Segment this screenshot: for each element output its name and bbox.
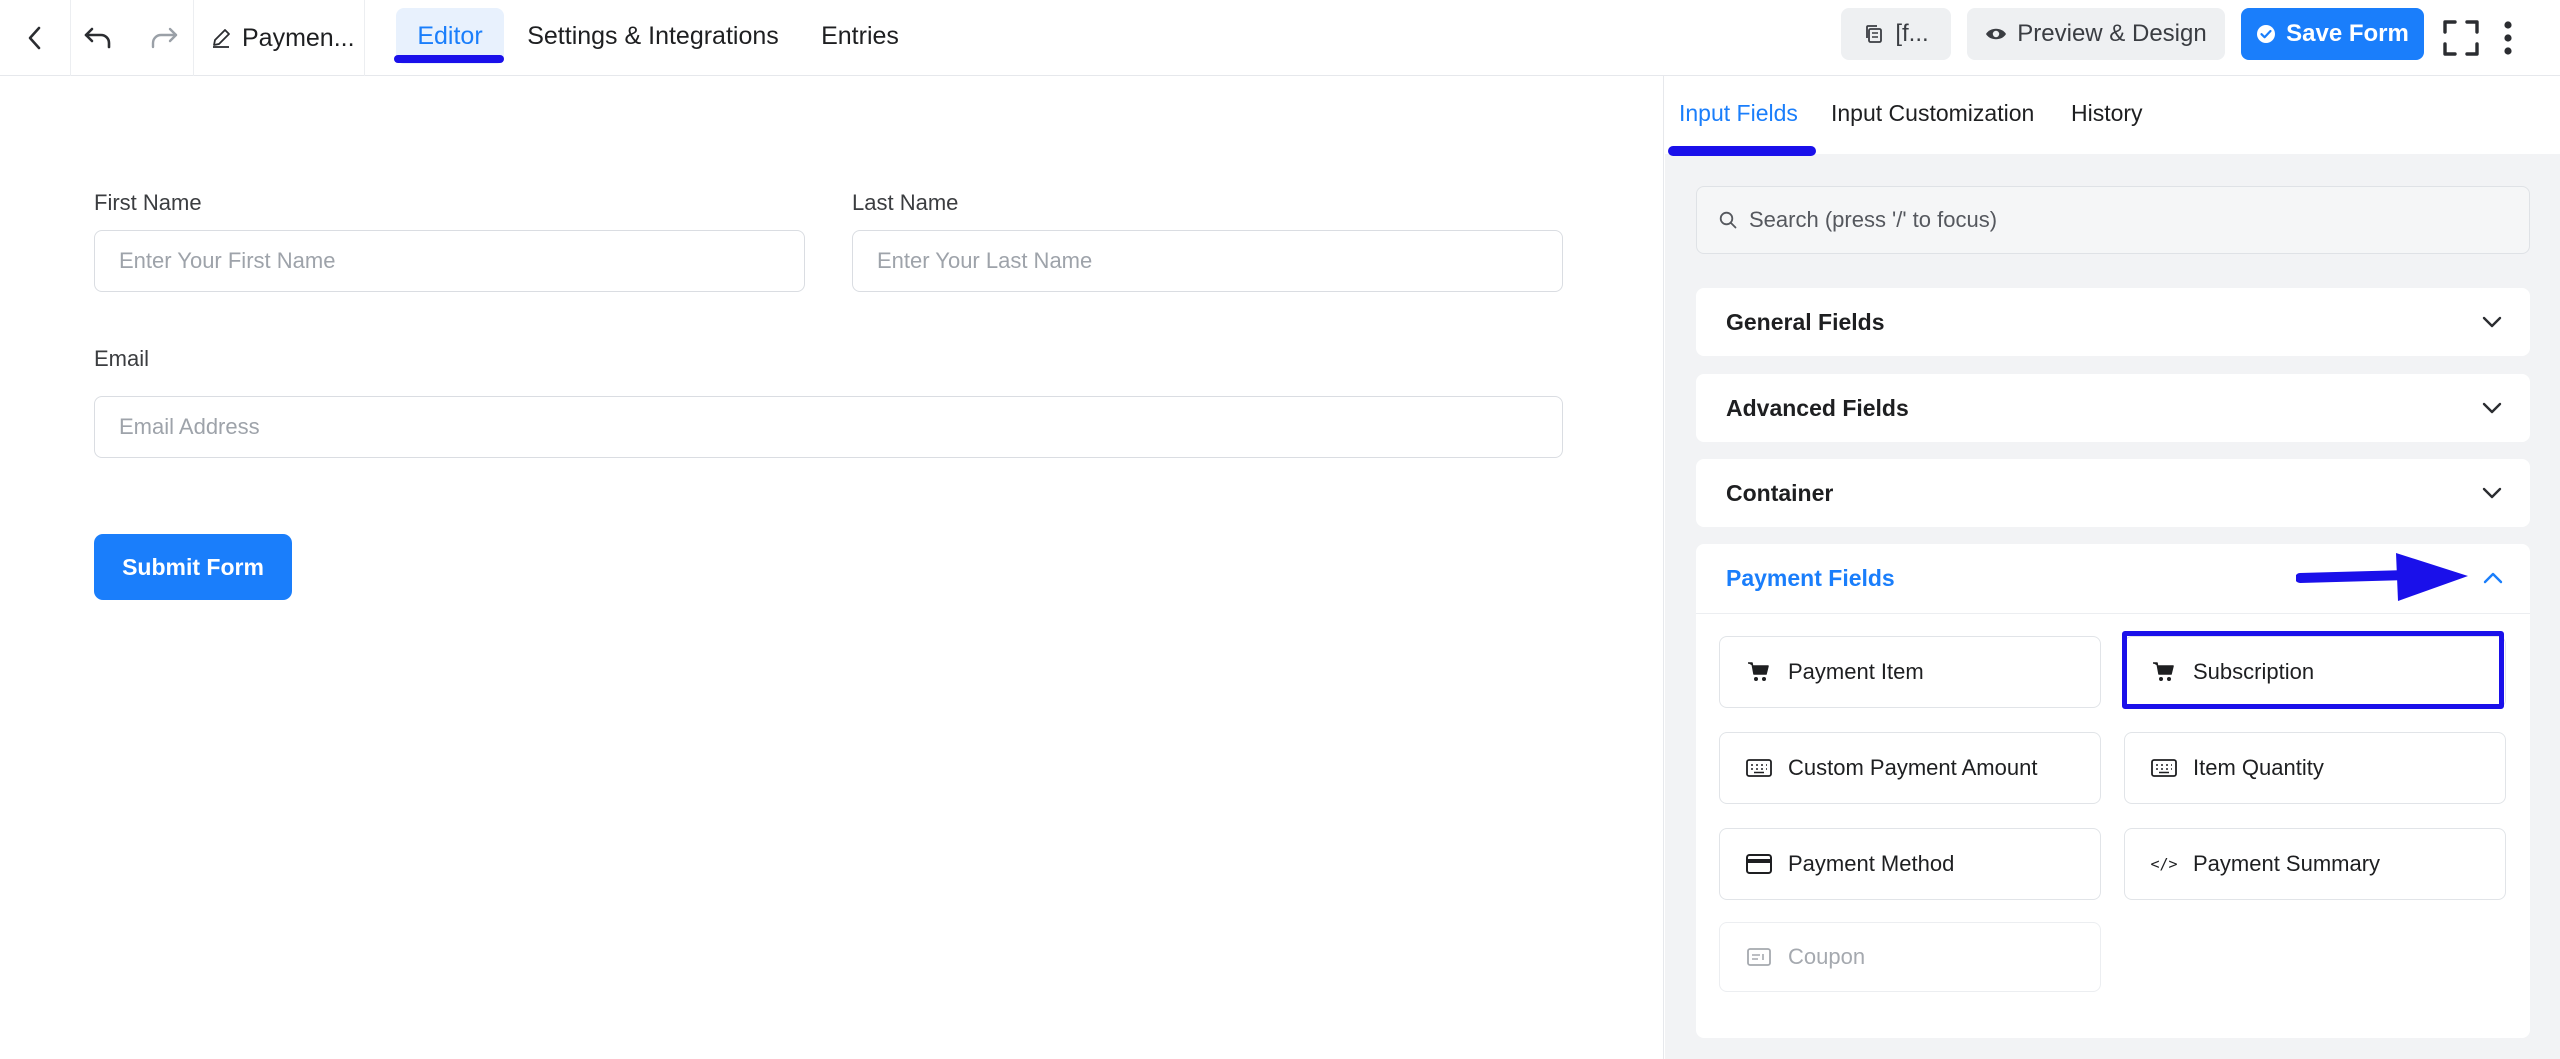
- form-name-label: Paymen...: [242, 23, 355, 52]
- email-label: Email: [94, 346, 150, 371]
- toolbar-divider: [364, 0, 365, 76]
- section-advanced-fields[interactable]: Advanced Fields: [1696, 374, 2530, 442]
- tab-settings-label: Settings & Integrations: [527, 21, 779, 50]
- tab-input-customization[interactable]: Input Customization: [1831, 100, 2034, 127]
- field-search-input[interactable]: Search (press '/' to focus): [1696, 186, 2530, 254]
- email-placeholder: Email Address: [119, 414, 260, 439]
- first-name-label: First Name: [94, 190, 202, 215]
- keyboard-icon: [1746, 755, 1772, 781]
- save-form-label: Save Form: [2286, 20, 2409, 47]
- toolbar-divider: [193, 0, 194, 76]
- top-toolbar: Paymen... Editor Settings & Integrations…: [0, 0, 2560, 76]
- undo-icon: [84, 27, 111, 49]
- redo-button[interactable]: [140, 0, 188, 76]
- preview-design-label: Preview & Design: [2017, 20, 2207, 47]
- more-vertical-icon: [2504, 21, 2512, 55]
- undo-button[interactable]: [74, 0, 122, 76]
- form-name[interactable]: Paymen...: [210, 0, 355, 76]
- tab-history[interactable]: History: [2071, 100, 2143, 127]
- field-payment-method-label: Payment Method: [1788, 851, 1955, 876]
- fullscreen-icon: [2443, 20, 2479, 56]
- credit-card-icon: [1746, 851, 1772, 877]
- shortcode-button[interactable]: [f...: [1841, 8, 1951, 60]
- search-placeholder: Search (press '/' to focus): [1749, 207, 1998, 232]
- tab-entries[interactable]: Entries: [808, 8, 912, 64]
- last-name-placeholder: Enter Your Last Name: [877, 248, 1093, 273]
- tab-editor-underline-annotation: [394, 55, 504, 63]
- last-name-label: Last Name: [852, 190, 959, 215]
- more-options-button[interactable]: [2494, 0, 2522, 76]
- coupon-icon: [1746, 944, 1772, 970]
- field-item-quantity-label: Item Quantity: [2193, 755, 2324, 780]
- first-name-input[interactable]: Enter Your First Name: [94, 230, 805, 292]
- eye-icon: [1986, 28, 2007, 40]
- section-payment-fields-label: Payment Fields: [1726, 565, 1895, 591]
- chevron-up-icon[interactable]: [2481, 566, 2505, 590]
- tab-editor-label: Editor: [417, 21, 483, 50]
- section-container-label: Container: [1726, 479, 1834, 506]
- chevron-down-icon: [2482, 402, 2502, 414]
- email-input[interactable]: Email Address: [94, 396, 1563, 458]
- tab-input-fields-underline-annotation: [1668, 146, 1816, 156]
- keyboard-icon: [2151, 755, 2177, 781]
- field-custom-payment-amount-label: Custom Payment Amount: [1788, 755, 2038, 780]
- code-icon: </>: [2150, 855, 2178, 873]
- section-general-fields-label: General Fields: [1726, 308, 1885, 335]
- field-subscription[interactable]: Subscription: [2124, 636, 2506, 708]
- field-payment-item[interactable]: Payment Item: [1719, 636, 2101, 708]
- section-container[interactable]: Container: [1696, 459, 2530, 527]
- shortcode-label: [f...: [1895, 20, 1929, 47]
- chevron-left-icon: [28, 26, 41, 50]
- pencil-icon: [213, 29, 230, 48]
- field-custom-payment-amount[interactable]: Custom Payment Amount: [1719, 732, 2101, 804]
- field-payment-summary[interactable]: </> Payment Summary: [2124, 828, 2506, 900]
- chevron-down-icon: [2482, 316, 2502, 328]
- fullscreen-button[interactable]: [2440, 0, 2482, 76]
- back-button[interactable]: [0, 0, 70, 76]
- copy-icon: [1866, 25, 1883, 43]
- search-icon: [1719, 211, 1737, 229]
- toolbar-divider: [70, 0, 71, 76]
- cart-icon: [2151, 659, 2177, 685]
- field-item-quantity[interactable]: Item Quantity: [2124, 732, 2506, 804]
- field-payment-method[interactable]: Payment Method: [1719, 828, 2101, 900]
- field-coupon-label: Coupon: [1788, 944, 1866, 969]
- tab-settings-integrations[interactable]: Settings & Integrations: [516, 8, 790, 64]
- field-subscription-label: Subscription: [2193, 659, 2315, 684]
- first-name-placeholder: Enter Your First Name: [119, 248, 336, 273]
- section-advanced-fields-label: Advanced Fields: [1726, 394, 1909, 421]
- last-name-input[interactable]: Enter Your Last Name: [852, 230, 1563, 292]
- submit-form-button[interactable]: Submit Form: [94, 534, 292, 600]
- check-circle-icon: [2257, 25, 2276, 43]
- sidebar-tabs: Input Fields Input Customization History: [1665, 76, 2560, 156]
- tab-entries-label: Entries: [821, 21, 899, 50]
- section-general-fields[interactable]: General Fields: [1696, 288, 2530, 356]
- chevron-down-icon: [2482, 487, 2502, 499]
- field-payment-summary-label: Payment Summary: [2193, 851, 2381, 876]
- annotation-arrow: [2296, 553, 2468, 601]
- save-form-button[interactable]: Save Form: [2241, 8, 2424, 60]
- redo-icon: [151, 27, 178, 49]
- cart-icon: [1746, 659, 1772, 685]
- tab-input-fields[interactable]: Input Fields: [1679, 100, 1798, 127]
- preview-design-button[interactable]: Preview & Design: [1967, 8, 2225, 60]
- field-coupon[interactable]: Coupon: [1719, 922, 2101, 992]
- field-payment-item-label: Payment Item: [1788, 659, 1924, 684]
- form-canvas: First Name Enter Your First Name Last Na…: [0, 76, 1664, 1059]
- submit-form-label: Submit Form: [122, 553, 264, 580]
